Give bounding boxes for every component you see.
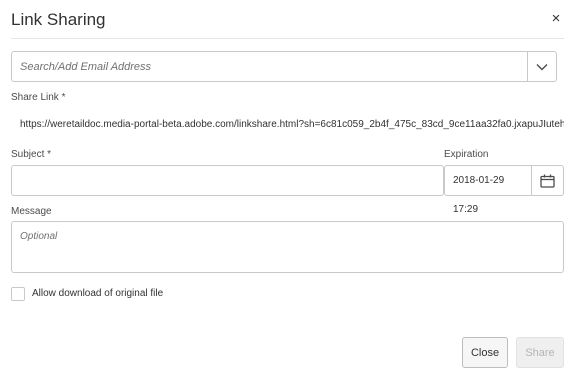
message-textarea[interactable] <box>12 222 563 272</box>
message-field <box>11 221 564 273</box>
share-link-url: https://weretaildoc.media-portal-beta.ad… <box>20 119 564 130</box>
share-button[interactable]: Share <box>516 337 564 368</box>
share-link-label: Share Link * <box>11 92 66 103</box>
header-divider <box>11 38 564 39</box>
close-icon[interactable]: × <box>548 10 564 28</box>
dialog-title: Link Sharing <box>11 10 106 29</box>
chevron-down-icon <box>536 63 548 70</box>
link-sharing-dialog: Link Sharing × Share Link * https://were… <box>0 0 574 378</box>
calendar-icon <box>540 174 555 188</box>
message-label: Message <box>11 206 52 217</box>
subject-field <box>11 165 444 196</box>
recipients-dropdown-button[interactable] <box>527 52 556 81</box>
recipients-combobox <box>11 51 557 82</box>
allow-download-label[interactable]: Allow download of original file <box>32 288 163 300</box>
allow-download-checkbox[interactable] <box>11 287 25 301</box>
email-search-input[interactable] <box>12 52 527 81</box>
expiration-date-field[interactable]: 2018-01-29 17:29 <box>444 165 532 215</box>
subject-input[interactable] <box>12 166 443 195</box>
close-button[interactable]: Close <box>462 337 508 368</box>
expiration-calendar-button[interactable] <box>531 165 564 196</box>
subject-label: Subject * <box>11 149 52 160</box>
expiration-label: Expiration <box>444 149 489 160</box>
